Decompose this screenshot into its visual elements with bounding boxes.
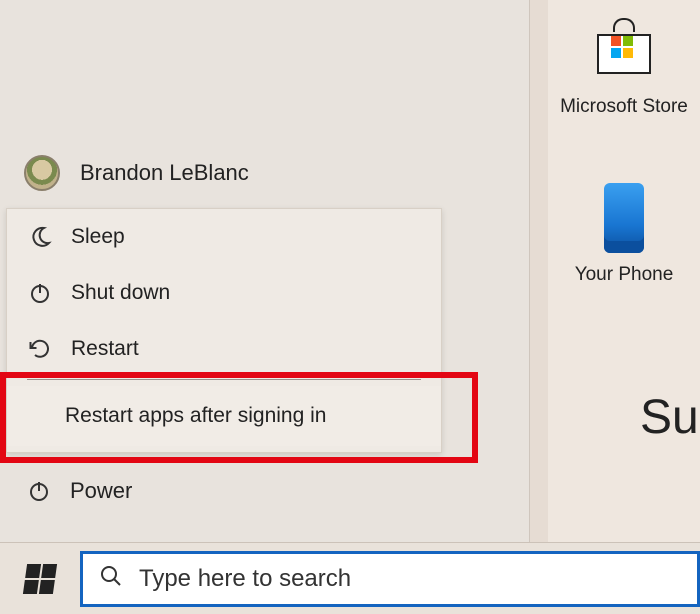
start-menu-panel: Brandon LeBlanc Sleep Shut down Restart … (0, 0, 530, 542)
search-placeholder: Type here to search (139, 565, 351, 593)
windows-logo-icon (25, 564, 55, 594)
taskbar-search-box[interactable]: Type here to search (80, 551, 700, 607)
restart-item[interactable]: Restart (7, 321, 441, 377)
search-icon (99, 564, 123, 593)
power-button[interactable]: Power (26, 478, 132, 504)
tile-microsoft-store[interactable]: Microsoft Store (558, 10, 690, 118)
start-button[interactable] (0, 543, 80, 614)
phone-icon (564, 178, 684, 258)
sleep-label: Sleep (71, 225, 125, 249)
store-icon (564, 10, 684, 90)
power-label: Power (70, 478, 132, 504)
avatar (24, 155, 60, 191)
user-name: Brandon LeBlanc (80, 160, 249, 186)
menu-separator (27, 379, 421, 380)
tile-label: Your Phone (558, 264, 690, 286)
power-icon (26, 478, 52, 504)
shutdown-item[interactable]: Shut down (7, 265, 441, 321)
partial-tile-text: Su (640, 390, 700, 470)
moon-icon (27, 224, 53, 250)
tile-label: Microsoft Store (558, 96, 690, 118)
user-account-row[interactable]: Brandon LeBlanc (24, 155, 249, 191)
restart-apps-item[interactable]: Restart apps after signing in (7, 386, 441, 446)
restart-label: Restart (71, 337, 139, 361)
restart-apps-label: Restart apps after signing in (65, 404, 326, 428)
shutdown-label: Shut down (71, 281, 170, 305)
sleep-item[interactable]: Sleep (7, 209, 441, 265)
power-options-flyout: Sleep Shut down Restart Restart apps aft… (6, 208, 442, 453)
restart-icon (27, 336, 53, 362)
power-icon (27, 280, 53, 306)
taskbar: Type here to search (0, 542, 700, 614)
start-tiles-region: Microsoft Store Your Phone Su (548, 0, 700, 542)
tile-your-phone[interactable]: Your Phone (558, 178, 690, 286)
